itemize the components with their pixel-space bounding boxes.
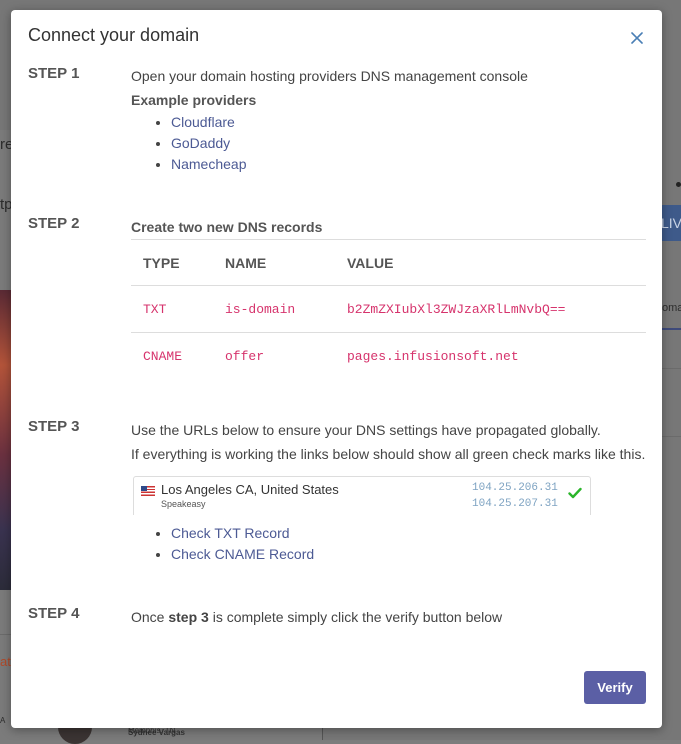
step-3-label: STEP 3 <box>28 418 80 435</box>
background-divider <box>662 436 681 437</box>
background-divider <box>662 368 681 369</box>
list-item: GoDaddy <box>171 133 247 154</box>
check-txt-record-link[interactable]: Check TXT Record <box>171 525 290 541</box>
record-name: offer <box>213 332 335 379</box>
background-text: A <box>0 716 6 725</box>
check-icon <box>568 487 582 499</box>
table-header-row: TYPE NAME VALUE <box>131 239 646 286</box>
list-item: Check TXT Record <box>171 523 314 544</box>
example-ip: 104.25.207.31 <box>472 498 558 510</box>
column-header-type: TYPE <box>131 239 213 286</box>
providers-heading: Example providers <box>131 92 257 108</box>
background-text: oma <box>662 302 681 314</box>
modal-title: Connect your domain <box>28 25 200 45</box>
step-4-label: STEP 4 <box>28 605 80 622</box>
background-divider <box>0 634 11 635</box>
check-links-list: Check TXT Record Check CNAME Record <box>131 523 314 565</box>
dns-records-table: TYPE NAME VALUE TXT is-domain b2ZmZXIubX… <box>131 239 646 379</box>
background-tab-underline <box>662 328 681 330</box>
provider-link-godaddy[interactable]: GoDaddy <box>171 135 230 151</box>
step-4-emphasis: step 3 <box>168 609 209 625</box>
record-type: CNAME <box>131 332 213 379</box>
record-value: b2ZmZXIubXl3ZWJzaXRlLmNvbQ== <box>335 285 646 333</box>
step-4-suffix: is complete simply click the verify butt… <box>208 609 503 625</box>
step-2-label: STEP 2 <box>28 215 80 232</box>
background-text: at <box>0 654 11 669</box>
example-location: Los Angeles CA, United States <box>161 482 339 497</box>
verify-button[interactable]: Verify <box>584 671 646 704</box>
close-icon <box>631 32 643 44</box>
record-type: TXT <box>131 285 213 333</box>
us-flag-icon <box>141 486 155 496</box>
dns-records-heading: Create two new DNS records <box>131 219 323 235</box>
step-3-line-1: Use the URLs below to ensure your DNS se… <box>131 422 601 438</box>
table-row: CNAME offer pages.infusionsoft.net <box>131 332 646 379</box>
background-live-button: LIV <box>661 205 681 241</box>
step-4-instruction: Once step 3 is complete simply click the… <box>131 609 502 625</box>
provider-link-cloudflare[interactable]: Cloudflare <box>171 114 235 130</box>
list-item: Check CNAME Record <box>171 544 314 565</box>
list-item: Cloudflare <box>171 112 247 133</box>
example-ip: 104.25.206.31 <box>472 482 558 494</box>
step-1-label: STEP 1 <box>28 65 80 82</box>
provider-link-namecheap[interactable]: Namecheap <box>171 156 247 172</box>
list-item: Namecheap <box>171 154 247 175</box>
column-header-name: NAME <box>213 239 335 286</box>
table-row: TXT is-domain b2ZmZXIubXl3ZWJzaXRlLmNvbQ… <box>131 285 646 333</box>
providers-list: Cloudflare GoDaddy Namecheap <box>131 112 247 175</box>
connect-domain-modal: Connect your domain STEP 1 Open your dom… <box>11 10 662 728</box>
background-dot <box>676 182 681 187</box>
record-name: is-domain <box>213 285 335 333</box>
propagation-example: Los Angeles CA, United States Speakeasy … <box>133 476 591 515</box>
step-4-prefix: Once <box>131 609 169 625</box>
record-value: pages.infusionsoft.net <box>335 332 646 379</box>
step-3-line-2: If everything is working the links below… <box>131 446 646 462</box>
check-cname-record-link[interactable]: Check CNAME Record <box>171 546 314 562</box>
column-header-value: VALUE <box>335 239 646 286</box>
close-button[interactable] <box>627 28 647 48</box>
step-1-instruction: Open your domain hosting providers DNS m… <box>131 68 528 84</box>
example-isp: Speakeasy <box>161 499 206 509</box>
